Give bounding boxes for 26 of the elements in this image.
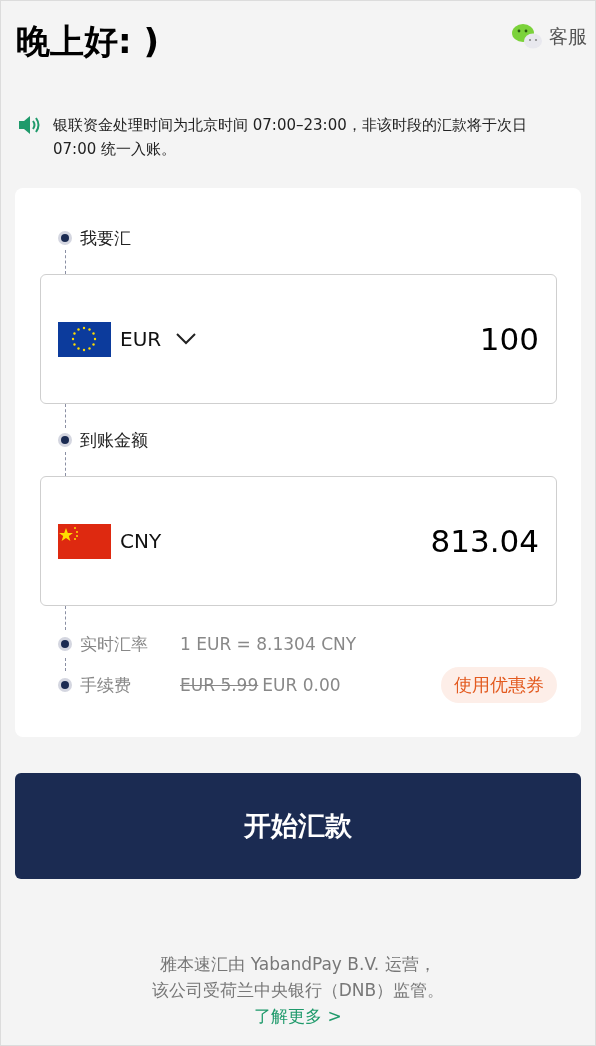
amount-value: 813.04 bbox=[430, 523, 539, 559]
fee-label: 手续费 bbox=[80, 673, 132, 697]
greeting-title: 晚上好: ) bbox=[16, 20, 159, 63]
amount-field[interactable]: CNY 813.04 bbox=[40, 476, 557, 606]
step-dot bbox=[58, 678, 72, 692]
original-fee: EUR 5.99 bbox=[180, 675, 259, 695]
footer-text: 雅本速汇由 YabandPay B.V. 运营， bbox=[160, 953, 436, 976]
step-dot bbox=[58, 231, 72, 245]
currency-code: EUR bbox=[120, 327, 162, 351]
support-button[interactable]: 客服 bbox=[511, 23, 587, 51]
notice-text: 银联资金处理时间为北京时间 07:00–23:00，非该时段的汇款将于次日07:00 统一入账。 bbox=[53, 115, 528, 160]
fee-value: EUR 0.00 bbox=[262, 675, 341, 695]
rate-value: 1 EUR = 8.1304 CNY bbox=[180, 634, 357, 654]
step-dot bbox=[58, 637, 72, 651]
currency-code: CNY bbox=[120, 529, 162, 553]
amount-value: 100 bbox=[479, 321, 539, 357]
step-dot bbox=[58, 433, 72, 447]
amount-field[interactable]: EUR 100 bbox=[40, 274, 557, 404]
chat-icon bbox=[511, 23, 543, 51]
footer-text: 该公司受荷兰中央银行（DNB）监管。 bbox=[151, 979, 445, 1002]
submit-button[interactable]: 开始汇款 bbox=[15, 773, 581, 879]
chevron-down-icon[interactable] bbox=[176, 333, 197, 345]
speaker-icon bbox=[19, 115, 41, 135]
step-label: 我要汇 bbox=[80, 226, 131, 250]
rate-label: 实时汇率 bbox=[80, 632, 149, 656]
step-label: 到账金额 bbox=[80, 428, 148, 452]
